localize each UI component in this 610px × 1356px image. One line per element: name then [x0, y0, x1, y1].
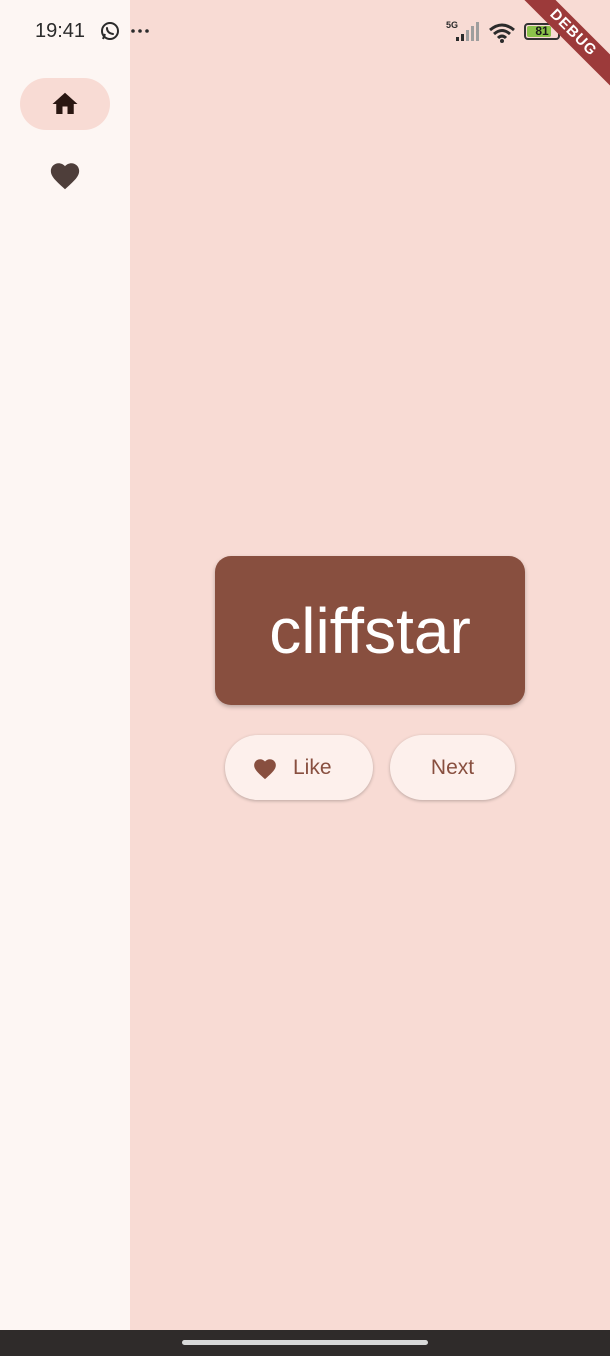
- network-label: 5G: [446, 20, 458, 30]
- more-icon: [131, 29, 149, 33]
- like-label: Like: [293, 756, 332, 779]
- word-text: cliffstar: [269, 595, 471, 667]
- nav-item-favorites[interactable]: [20, 150, 110, 202]
- home-icon: [52, 92, 78, 114]
- wifi-icon: [489, 23, 515, 43]
- favorite-icon: [50, 163, 80, 190]
- status-time: 19:41: [35, 20, 86, 42]
- like-button[interactable]: Like: [225, 735, 373, 800]
- word-card: cliffstar: [215, 556, 525, 705]
- next-label: Next: [430, 756, 475, 779]
- nav-item-home[interactable]: [20, 78, 110, 130]
- next-button[interactable]: Next: [390, 735, 515, 800]
- whatsapp-icon: [101, 22, 119, 40]
- heart-icon: [254, 759, 276, 780]
- home-gesture-bar[interactable]: [182, 1340, 428, 1345]
- system-nav-bar: [0, 1330, 610, 1356]
- status-bar: 19:41 5G 81: [0, 0, 610, 64]
- signal-icon: 5G: [446, 20, 479, 41]
